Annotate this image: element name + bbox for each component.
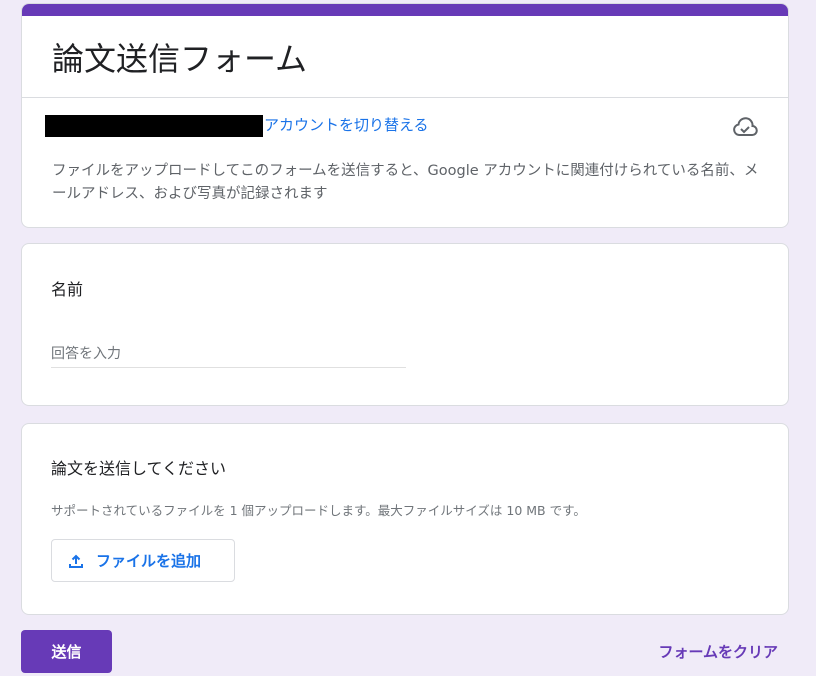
accent-bar bbox=[22, 4, 788, 16]
clear-form-button[interactable]: フォームをクリア bbox=[658, 641, 778, 662]
cloud-done-icon[interactable] bbox=[732, 116, 758, 142]
redacted-email bbox=[45, 115, 263, 137]
submit-button[interactable]: 送信 bbox=[21, 630, 112, 673]
question-label: 論文を送信してください bbox=[51, 459, 227, 478]
add-file-button[interactable]: ファイルを追加 bbox=[51, 539, 235, 582]
switch-account-link[interactable]: アカウントを切り替える bbox=[264, 114, 429, 135]
account-notice: ファイルをアップロードしてこのフォームを送信すると、Google アカウントに関… bbox=[52, 163, 759, 202]
add-file-label: ファイルを追加 bbox=[96, 552, 202, 570]
form-header-card: 論文送信フォーム アカウントを切り替える ファイルをアップロードしてこのフォーム… bbox=[21, 3, 789, 228]
question-card-file: 論文を送信してください サポートされているファイルを 1 個アップロードします。… bbox=[21, 423, 789, 615]
form-title: 論文送信フォーム bbox=[52, 40, 308, 78]
name-input[interactable] bbox=[51, 340, 406, 368]
upload-hint: サポートされているファイルを 1 個アップロードします。最大ファイルサイズは 1… bbox=[51, 503, 586, 518]
divider bbox=[22, 97, 788, 98]
question-card-name: 名前 bbox=[21, 243, 789, 406]
upload-icon bbox=[69, 554, 83, 568]
question-label: 名前 bbox=[51, 280, 84, 299]
